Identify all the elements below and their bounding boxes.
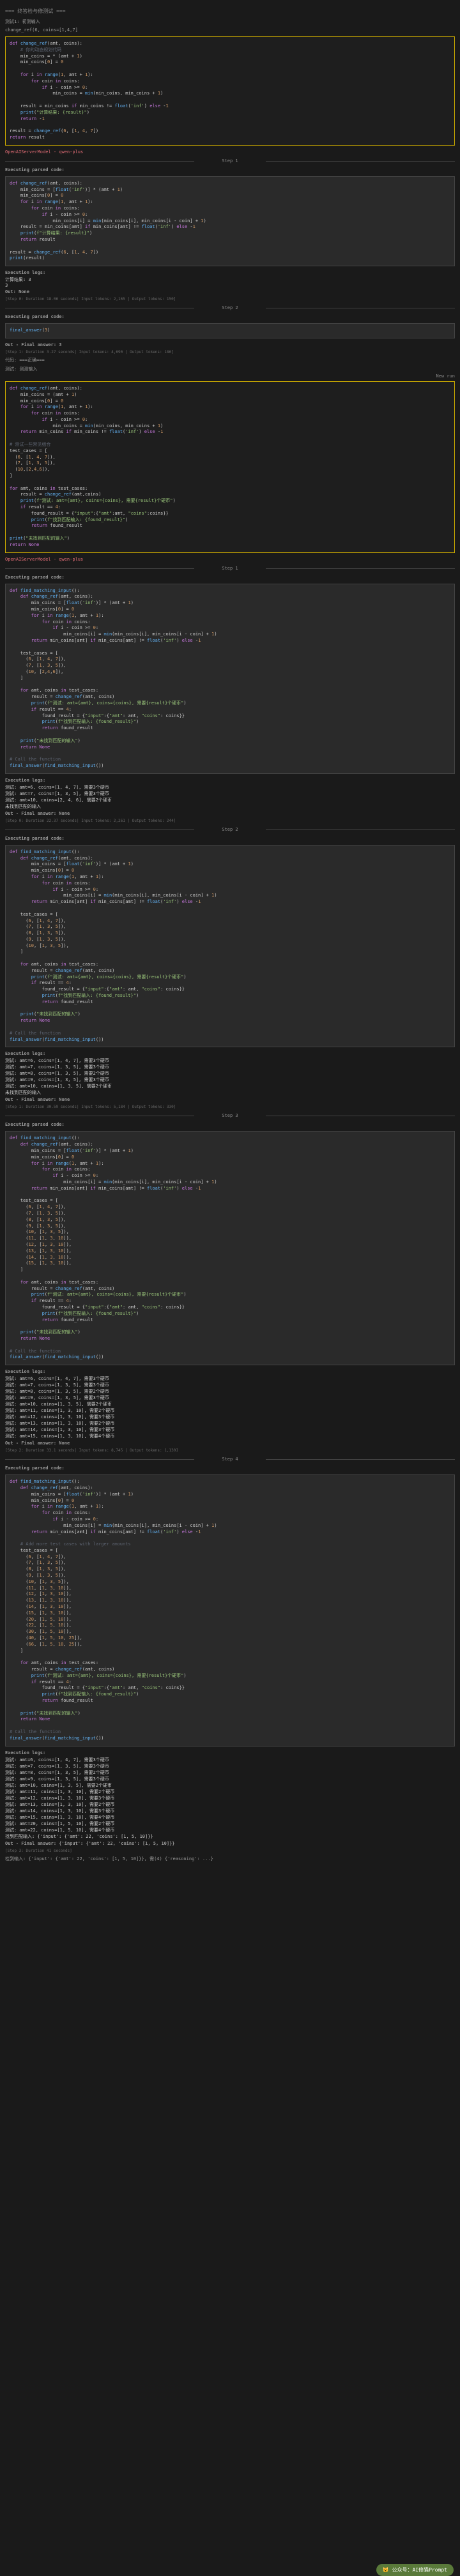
meta-2: [Step 1: Duration 3.27 seconds| Input to… [5, 349, 455, 356]
final-line: 检到输入: {'input': {'amt': 22, 'coins': [1,… [5, 1854, 455, 1863]
step-divider-6: Step 4 [5, 1454, 455, 1464]
test2-title: 测试: 测测输入 [5, 365, 455, 374]
code-content: def find_matching_input(): def change_re… [10, 1479, 450, 1741]
exec-label-5: Executing parsed code: [5, 1121, 455, 1128]
exec-code-1: def change_ref(amt, coins): min_coins = … [5, 176, 455, 266]
code-content: def find_matching_input(): def change_re… [10, 588, 450, 769]
exec-code-5: def find_matching_input(): def change_re… [5, 1131, 455, 1365]
exec-code-3: def find_matching_input(): def change_re… [5, 584, 455, 774]
logs-1: 计算结果: 3 3 [5, 277, 455, 288]
test1-title: 测试1: 初测输入 [5, 17, 455, 26]
step-divider-4: Step 2 [5, 824, 455, 835]
exec-logs-1: Execution logs: [5, 269, 455, 277]
exec-label-6: Executing parsed code: [5, 1464, 455, 1472]
exec-logs-4: Execution logs: [5, 1050, 455, 1057]
out-1: Out: None [5, 288, 455, 296]
code-content: def find_matching_input(): def change_re… [10, 1135, 450, 1361]
exec-logs-3: Execution logs: [5, 777, 455, 784]
logs-4: 测试: amt=6, coins=[1, 4, 7], 需要3个硬币 测试: a… [5, 1057, 455, 1096]
step-divider-1: Step 1 [5, 156, 455, 166]
step-divider-2: Step 2 [5, 303, 455, 313]
code-content: final_answer(3) [10, 328, 450, 334]
code-block-1: def change_ref(amt, coins): # 你的动态规划代码 m… [5, 36, 455, 146]
block2-title: 代码: ===正确=== [5, 356, 455, 365]
exec-label-3: Executing parsed code: [5, 573, 455, 581]
code-block-2: def change_ref(amt, coins): min_coins = … [5, 381, 455, 553]
exec-label-4: Executing parsed code: [5, 835, 455, 842]
exec-code-6: def find_matching_input(): def change_re… [5, 1474, 455, 1746]
new-run-label: New run [5, 374, 455, 379]
exec-code-4: def find_matching_input(): def change_re… [5, 845, 455, 1048]
out-final-4: Out - Final answer: None [5, 1096, 455, 1103]
logs-3: 测试: amt=6, coins=[1, 4, 7], 需要3个硬币 测试: a… [5, 784, 455, 810]
opener-model-2: OpenAIServerModel - qwen-plus [5, 556, 455, 563]
meta-6: [Step 3: Duration 41 seconds] [5, 1847, 455, 1854]
logs-6: 测试: amt=6, coins=[1, 4, 7], 需要3个硬币 测试: a… [5, 1757, 455, 1840]
page-header: === 终答检与修测试 === [5, 5, 455, 17]
meta-1: [Step 0: Duration 18.06 seconds| Input t… [5, 296, 455, 303]
step-divider-5: Step 3 [5, 1110, 455, 1121]
opener-model: OpenAIServerModel - qwen-plus [5, 148, 455, 156]
exec-logs-5: Execution logs: [5, 1368, 455, 1375]
exec-label-1: Executing parsed code: [5, 166, 455, 174]
code-content: def find_matching_input(): def change_re… [10, 849, 450, 1043]
exec-label-2: Executing parsed code: [5, 313, 455, 321]
step-divider-3: Step 1 [5, 563, 455, 573]
exec-code-2: final_answer(3) [5, 323, 455, 338]
meta-4: [Step 1: Duration 30.59 seconds| Input t… [5, 1103, 455, 1110]
test1-line: change_ref(6, coins=[1,4,7] [5, 26, 455, 34]
out-final-3: Out - Final answer: None [5, 810, 455, 817]
code-content: def change_ref(amt, coins): min_coins = … [10, 181, 450, 262]
footer-credit: 🐱 公众号：AI修猫Prompt [376, 2564, 454, 2576]
meta-3: [Step 0: Duration 22.37 seconds| Input t… [5, 817, 455, 824]
meta-5: [Step 2: Duration 33.1 seconds| Input to… [5, 1447, 455, 1454]
logs-5: 测试: amt=6, coins=[1, 4, 7], 需要3个硬币 测试: a… [5, 1375, 455, 1439]
exec-logs-6: Execution logs: [5, 1749, 455, 1757]
code-content: def change_ref(amt, coins): # 你的动态规划代码 m… [10, 41, 450, 141]
out-final-6: Out - Final answer: {'input': {'amt': 22… [5, 1840, 455, 1847]
out-final-5: Out - Final answer: None [5, 1439, 455, 1447]
out-final-2: Out - Final answer: 3 [5, 341, 455, 349]
code-content: def change_ref(amt, coins): min_coins = … [10, 386, 450, 549]
